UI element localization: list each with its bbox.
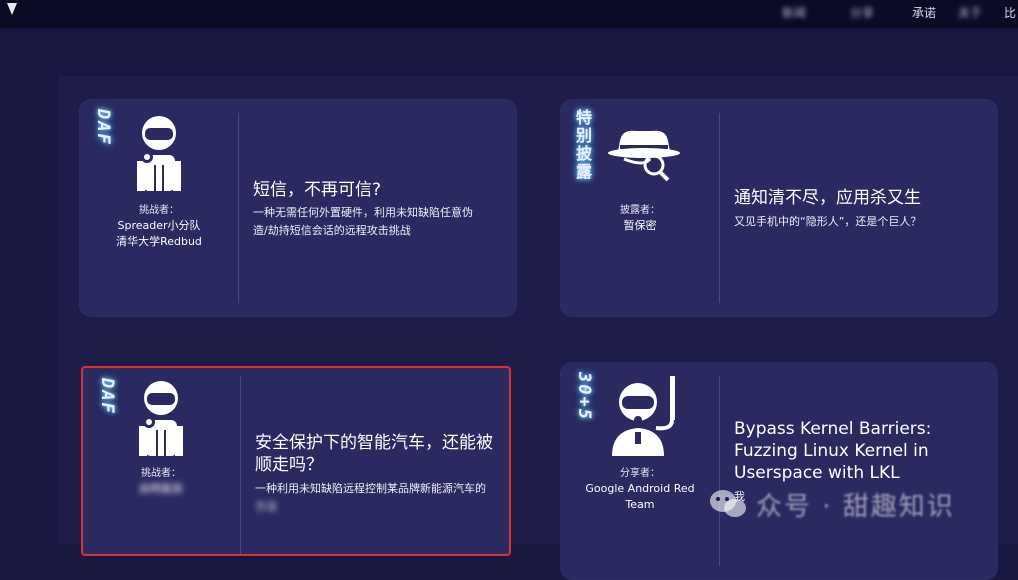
card-divider	[719, 113, 720, 303]
card-title-line: Fuzzing Linux Kernel in	[734, 441, 929, 461]
card-tag: 特别披露	[573, 109, 592, 181]
diver-avatar-icon	[139, 381, 183, 456]
presenter-name: 启明星辰	[139, 482, 183, 495]
card-description-line: 方法	[255, 500, 277, 513]
role-label: 分享者：	[620, 468, 660, 479]
challenge-card-smart-car[interactable]: DAF 挑战者： 启明星辰 安全保护下的智能汽车，还能被 顺走吗？ 一种利用未知…	[81, 366, 511, 556]
top-navigation-bar: 新闻 分享 承诺 关于 比	[0, 0, 1018, 28]
card-divider	[238, 113, 239, 303]
role-label: 披露者：	[620, 205, 660, 216]
card-divider	[719, 376, 720, 566]
nav-item-share[interactable]: 分享	[850, 4, 874, 21]
card-title-line: 安全保护下的智能汽车，还能被	[255, 433, 493, 453]
share-card-kernel-fuzzing[interactable]: 30+5 分享者： Google Android Red Team Bypass…	[560, 362, 998, 580]
card-tag: DAF	[97, 378, 117, 415]
role-label: 挑战者：	[141, 468, 181, 479]
wechat-icon	[710, 490, 746, 517]
card-title-line: Bypass Kernel Barriers:	[734, 419, 932, 439]
card-description-line: 一种无需任何外置硬件，利用未知缺陷任意伪	[253, 206, 473, 219]
nav-item-news[interactable]: 新闻	[782, 4, 806, 21]
card-divider	[240, 376, 241, 554]
presenter-name-continued: Team	[625, 498, 655, 511]
card-description-line: 一种利用未知缺陷远程控制某品牌新能源汽车的	[255, 482, 486, 495]
card-tag: DAF	[93, 109, 113, 146]
presenter-name: 暂保密	[623, 219, 657, 232]
disclosure-card-notifications[interactable]: 特别披露 披露者： 暂保密 通知清不尽，应用杀又生 又见手机中的“隐形人”，还是…	[560, 99, 998, 317]
logo-icon[interactable]	[6, 2, 18, 16]
nav-item-about[interactable]: 关于	[958, 4, 982, 21]
presenter-affiliation: 清华大学Redbud	[116, 235, 202, 248]
challenge-card-sms[interactable]: DAF 挑战者： Spreader小分队 清华大学Redbud 短信，不再可信?…	[79, 99, 517, 317]
wechat-watermark: 众号 · 甜趣知识	[708, 484, 998, 524]
card-title: 短信，不再可信?	[253, 180, 382, 200]
role-label: 挑战者：	[139, 205, 179, 216]
card-title-line: Userspace with LKL	[734, 463, 900, 483]
presenter-name: Spreader小分队	[117, 219, 201, 232]
presenter-name: Google Android Red	[585, 482, 695, 495]
nav-item-more[interactable]: 比	[1004, 4, 1016, 21]
card-tag: 30+5	[574, 372, 594, 421]
detective-hat-icon	[608, 130, 680, 182]
snorkel-diver-icon	[612, 376, 675, 456]
nav-item-promise[interactable]: 承诺	[912, 4, 936, 21]
watermark-text: 众号 · 甜趣知识	[756, 491, 955, 522]
card-title: 通知清不尽，应用杀又生	[734, 188, 921, 208]
diver-avatar-icon	[137, 116, 181, 191]
card-description-line: 造/劫持短信会话的远程攻击挑战	[253, 224, 411, 237]
card-description-line: 又见手机中的“隐形人”，还是个巨人？	[734, 215, 922, 228]
card-title-line: 顺走吗？	[255, 455, 323, 475]
